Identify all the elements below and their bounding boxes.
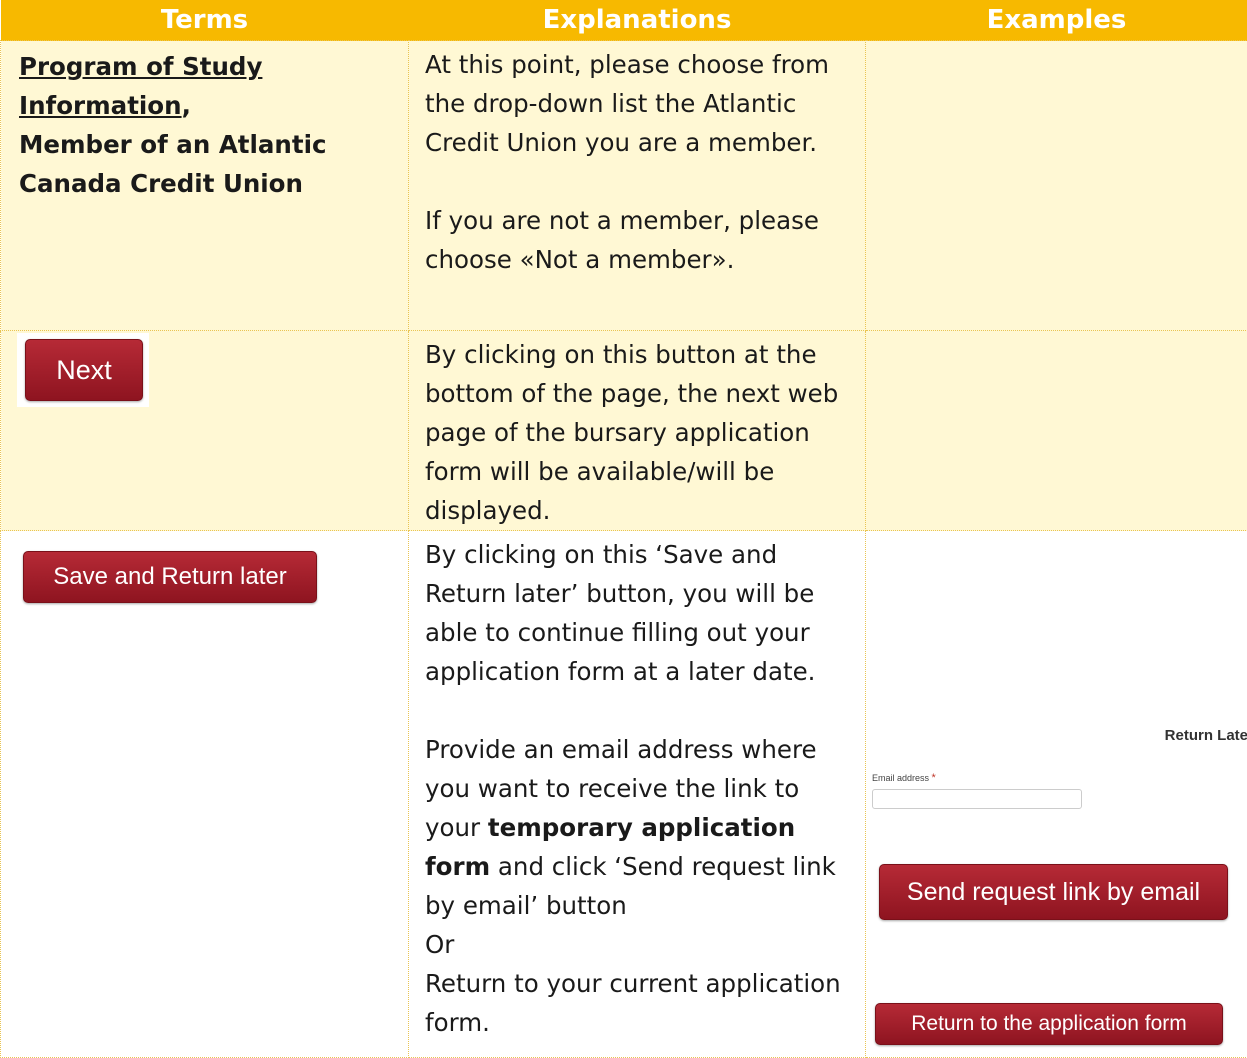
example-cell <box>866 331 1247 531</box>
explanation-text: Return to your current application form. <box>425 964 855 1042</box>
email-input[interactable] <box>872 789 1082 809</box>
table-row-save-return: Save and Return later By clicking on thi… <box>1 531 1247 1058</box>
explanation-cell: By clicking on this ‘Save and Return lat… <box>409 531 866 1058</box>
explanation-text: At this point, please choose from the dr… <box>425 45 855 162</box>
email-label: Email address * <box>872 772 936 784</box>
required-asterisk: * <box>932 772 936 784</box>
explanation-text: By clicking on this button at the bottom… <box>425 335 855 530</box>
return-to-application-button[interactable]: Return to the application form <box>875 1003 1223 1045</box>
return-later-title: Return Late <box>1165 727 1247 745</box>
header-terms: Terms <box>1 0 409 41</box>
header-explanations: Explanations <box>409 0 866 41</box>
explanation-text: By clicking on this ‘Save and Return lat… <box>425 535 855 691</box>
table-row-program-of-study: Program of Study Information, Member of … <box>1 41 1247 331</box>
example-cell <box>866 41 1247 331</box>
send-request-link-button[interactable]: Send request link by email <box>879 864 1228 920</box>
explanation-text: If you are not a member, please choose «… <box>425 201 855 279</box>
save-and-return-later-button[interactable]: Save and Return later <box>23 551 317 603</box>
return-later-form-example: Return Late Email address * Send request… <box>866 531 1247 1057</box>
next-button[interactable]: Next <box>25 339 143 401</box>
example-cell: Return Late Email address * Send request… <box>866 531 1247 1058</box>
email-label-text: Email address <box>872 773 929 783</box>
table-row-next: Next By clicking on this button at the b… <box>1 331 1247 531</box>
header-examples: Examples <box>866 0 1247 41</box>
term-cell: Program of Study Information, Member of … <box>1 41 409 331</box>
term-cell: Save and Return later <box>1 531 409 1058</box>
next-button-wrapper: Next <box>17 333 149 407</box>
explanation-cell: By clicking on this button at the bottom… <box>409 331 866 531</box>
term-program-of-study: Program of Study Information <box>19 52 262 120</box>
term-cell: Next <box>1 331 409 531</box>
explanation-or: Or <box>425 925 855 964</box>
term-comma: , <box>182 91 191 120</box>
term-credit-union-member: Member of an Atlantic Canada Credit Unio… <box>19 130 327 198</box>
header-row: Terms Explanations Examples <box>1 0 1247 41</box>
explanation-text: Provide an email address where you want … <box>425 730 855 925</box>
guide-table: Terms Explanations Examples Program of S… <box>0 0 1247 1058</box>
explanation-cell: At this point, please choose from the dr… <box>409 41 866 331</box>
